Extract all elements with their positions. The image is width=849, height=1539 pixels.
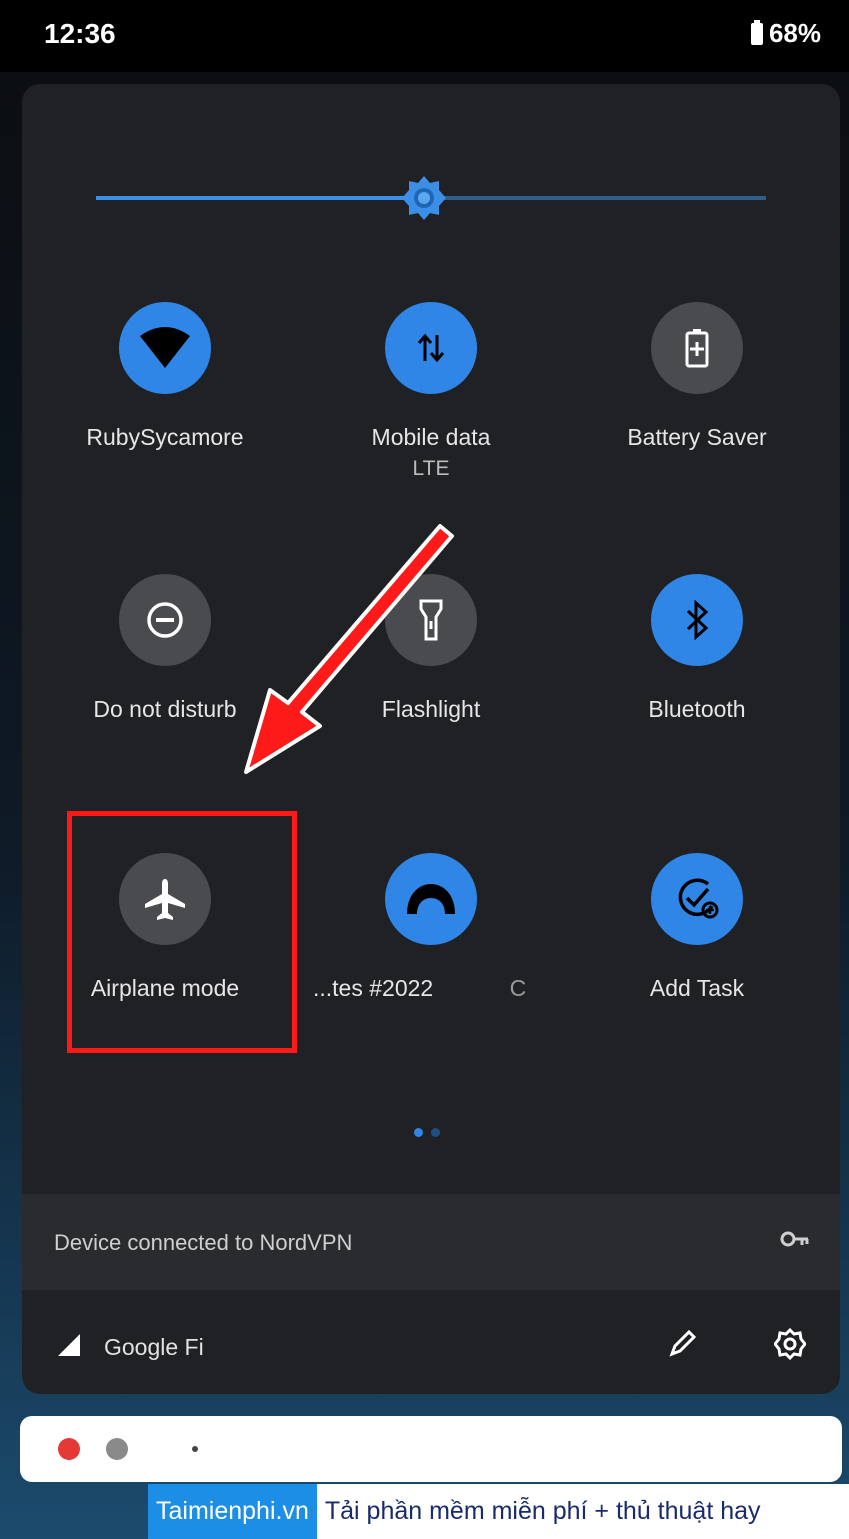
page-dot [431, 1128, 440, 1137]
brightness-fill [96, 196, 425, 200]
status-bar: 12:36 68% [0, 0, 849, 72]
partial-label: C [509, 975, 527, 1001]
bluetooth-icon [651, 574, 743, 666]
do-not-disturb-icon [119, 574, 211, 666]
battery-indicator: 68% [750, 18, 821, 49]
signal-icon [58, 1334, 80, 1356]
app-icon [385, 853, 477, 945]
tile-mobile-data[interactable]: Mobile data LTE [301, 302, 561, 481]
tile-label: Do not disturb [93, 696, 237, 722]
battery-percent: 68% [768, 18, 821, 48]
tile-label-text: ...tes #2022 [313, 975, 434, 1001]
page-dot-active [414, 1128, 423, 1137]
key-icon [780, 1231, 809, 1247]
tile-sublabel: LTE [412, 457, 450, 480]
watermark: Taimienphi.vn Tải phần mềm miễn phí + th… [148, 1484, 849, 1539]
settings-icon[interactable] [774, 1328, 806, 1360]
tile-app-shortcut[interactable]: ...tes #2022 C [301, 853, 561, 1002]
spotify-icon [58, 1438, 80, 1460]
carrier-name: Google Fi [104, 1334, 204, 1360]
brightness-slider[interactable] [96, 176, 766, 220]
tile-add-task[interactable]: Add Task [567, 853, 827, 1002]
watermark-brand: Taimienphi.vn [148, 1484, 317, 1539]
page-indicator [414, 1128, 440, 1137]
carrier-row: Google Fi [22, 1290, 840, 1394]
tile-label: Battery Saver [627, 424, 767, 450]
tile-battery-saver[interactable]: Battery Saver [567, 302, 827, 451]
vpn-status-text: Device connected to NordVPN [54, 1230, 353, 1255]
battery-saver-icon [651, 302, 743, 394]
mobile-data-icon [385, 302, 477, 394]
add-task-icon [651, 853, 743, 945]
wifi-icon [119, 302, 211, 394]
tile-label: Mobile data [371, 424, 491, 450]
tile-label: RubySycamore [86, 424, 244, 450]
tile-label: ...tes #2022 C [301, 975, 561, 1002]
clock: 12:36 [44, 18, 116, 49]
tile-label: Bluetooth [648, 696, 746, 722]
flashlight-icon [385, 574, 477, 666]
tile-bluetooth[interactable]: Bluetooth [567, 574, 827, 723]
brightness-thumb-icon[interactable] [401, 175, 447, 221]
more-dot [192, 1446, 198, 1452]
tile-flashlight[interactable]: Flashlight [301, 574, 561, 723]
watermark-text: Tải phần mềm miễn phí + thủ thuật hay [316, 1484, 849, 1539]
edit-icon[interactable] [668, 1328, 698, 1358]
highlight-box [67, 811, 297, 1053]
app-icon [106, 1438, 128, 1460]
tile-wifi[interactable]: RubySycamore [35, 302, 295, 451]
notification-card[interactable] [20, 1416, 842, 1482]
tile-do-not-disturb[interactable]: Do not disturb [35, 574, 295, 723]
tile-label: Add Task [649, 975, 745, 1001]
battery-icon [750, 19, 763, 45]
tile-label: Flashlight [381, 696, 481, 722]
quick-settings-panel: RubySycamore Mobile data LTE Battery Sav… [22, 84, 840, 1394]
vpn-status-row[interactable]: Device connected to NordVPN [22, 1194, 840, 1290]
